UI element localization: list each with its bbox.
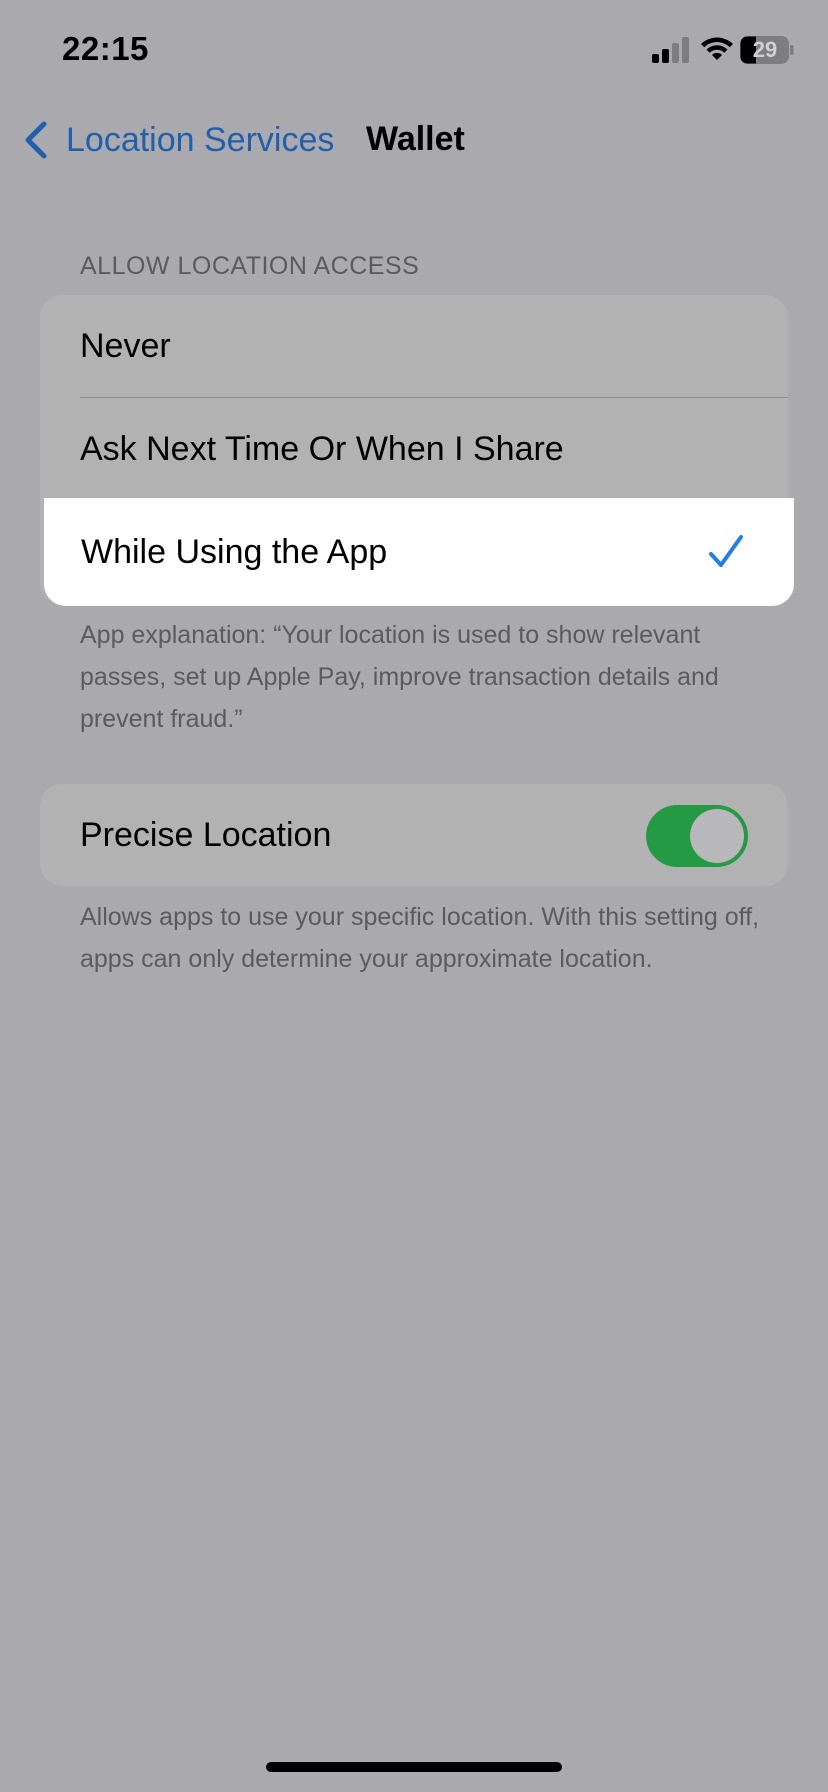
battery-level: 29	[752, 37, 778, 62]
home-indicator[interactable]	[266, 1762, 562, 1772]
precise-location-row: Precise Location	[40, 784, 788, 886]
app-explanation-text: App explanation: “Your location is used …	[80, 621, 719, 733]
precise-location-footer: Allows apps to use your specific locatio…	[80, 903, 760, 973]
option-while-using-app-label: While Using the App	[81, 533, 388, 571]
wifi-icon	[701, 37, 733, 60]
page-title: Wallet	[366, 120, 465, 158]
precise-location-label: Precise Location	[80, 816, 332, 854]
section-header-location-access: ALLOW LOCATION ACCESS	[80, 252, 420, 280]
option-never-label: Never	[80, 327, 171, 365]
navigation-bar: Location Services Wallet	[0, 100, 828, 180]
status-time: 22:15	[62, 30, 149, 67]
checkmark-icon	[709, 535, 743, 567]
option-ask-next-time-label: Ask Next Time Or When I Share	[80, 430, 564, 468]
option-ask-next-time[interactable]: Ask Next Time Or When I Share	[40, 398, 788, 500]
chevron-left-icon	[25, 121, 47, 159]
status-bar: 22:15 29	[0, 0, 828, 100]
back-button[interactable]: Location Services	[22, 118, 334, 162]
back-button-label: Location Services	[66, 120, 335, 159]
cellular-signal-icon	[652, 37, 689, 63]
toggle-knob	[690, 809, 744, 863]
option-while-using-app[interactable]: While Using the App	[44, 498, 794, 606]
precise-location-toggle[interactable]	[646, 805, 748, 867]
option-never[interactable]: Never	[40, 295, 788, 397]
